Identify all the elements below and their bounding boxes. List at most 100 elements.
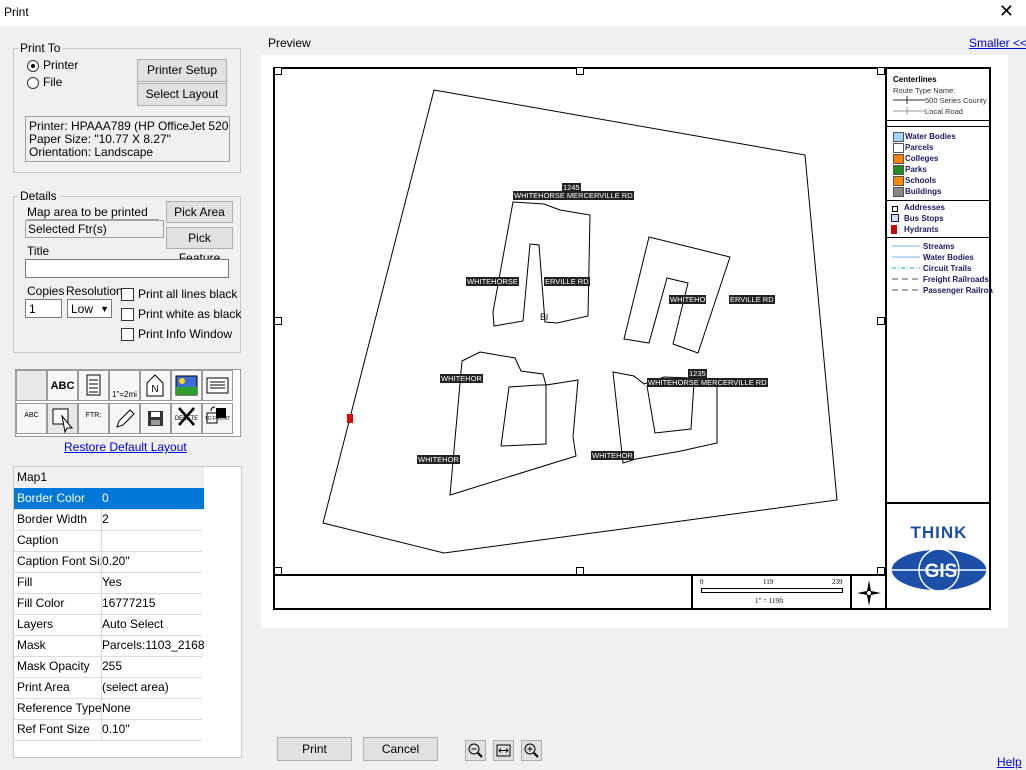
north-arrow-icon: N [146,374,164,397]
text-box-icon [206,377,229,394]
legend-poly-label: Water Bodies [905,132,956,141]
file-radio[interactable] [27,77,39,89]
property-row-mask[interactable]: Mask Parcels:1103_2168_1 [14,635,204,657]
select-tool[interactable] [16,370,47,401]
map-element[interactable] [275,69,886,574]
legend-line-label: Freight Railroads [923,275,989,284]
property-row-ref-font-size[interactable]: Ref Font Size 0.10" [14,719,202,741]
smaller-link[interactable]: Smaller << [969,36,1026,50]
property-value[interactable]: (select area) [99,677,204,698]
select-layout-button[interactable]: Select Layout [137,83,227,106]
to-front-tool[interactable]: TO FRONT [202,403,233,434]
pick-feature-button[interactable]: Pick Feature [166,227,233,265]
feature-callout-tool[interactable]: FTR: [78,403,109,434]
property-row-reference-type[interactable]: Reference Type None [14,698,202,720]
property-row-fill-color[interactable]: Fill Color 16777215 [14,593,202,615]
legend-swatch [893,154,904,164]
property-value[interactable]: 2 [99,509,204,530]
resize-handle[interactable] [877,67,885,75]
print-white-black-checkbox[interactable] [121,308,134,321]
property-value[interactable]: Auto Select [99,614,204,635]
scalebar-tool[interactable]: 1"=2mi [109,370,140,401]
orientation-line: Orientation: Landscape [29,145,154,159]
legend-line-label: Circuit Trails [923,264,972,273]
fit-width-button[interactable] [493,740,514,761]
zoom-in-icon [524,743,539,758]
info-window-tool[interactable] [202,370,233,401]
save-tool[interactable] [140,403,171,434]
print-button[interactable]: Print [277,737,352,761]
selected-parcel [322,89,838,554]
legend-tool[interactable] [78,370,109,401]
property-value[interactable]: 0.10" [99,719,204,740]
road-label: WHITEHORSE MERCERVILLE RD [513,191,634,200]
map-area-value: Selected Ftr(s) [25,220,164,238]
property-value[interactable]: 16777215 [99,593,204,614]
restore-default-layout-link[interactable]: Restore Default Layout [64,440,187,454]
pick-area-button[interactable]: Pick Area [166,201,233,223]
select-region-tool[interactable] [47,403,78,434]
zoom-out-button[interactable] [465,740,486,761]
resolution-select[interactable]: Low ▼ [67,299,112,318]
property-row-border-width[interactable]: Border Width 2 [14,509,202,531]
address-point-icon [892,206,898,212]
property-value[interactable] [99,530,204,551]
print-info-window-checkbox[interactable] [121,328,134,341]
title-input[interactable] [25,259,229,278]
line-symbols-icon [892,245,920,291]
route-lines-icon [893,96,925,115]
map-area-label: Map area to be printed [27,205,159,220]
printer-setup-button[interactable]: Printer Setup [137,59,227,82]
property-name: Fill [14,572,102,593]
preview-label: Preview [268,36,311,50]
legend-route-type: Route Type Name: [893,86,956,95]
text-tool[interactable]: ABC [47,370,78,401]
resize-handle[interactable] [576,67,584,75]
legend-poly-label: Parcels [905,143,934,152]
north-arrow-tool[interactable]: N [140,370,171,401]
zoom-in-button[interactable] [521,740,542,761]
divider [886,502,990,504]
property-value[interactable]: 0 [99,488,204,509]
property-row-border-color[interactable]: Border Color 0 [14,488,204,510]
property-value[interactable]: Parcels:1103_2168_1 [99,635,204,656]
printer-radio-label: Printer [43,58,79,72]
resize-handle[interactable] [274,67,282,75]
edit-tool[interactable] [109,403,140,434]
courtyard [500,384,547,447]
scale-tick-label: 239 [832,578,843,586]
property-row-layers[interactable]: Layers Auto Select [14,614,202,636]
property-row-print-area[interactable]: Print Area (select area) [14,677,202,699]
printer-radio[interactable] [27,60,39,72]
property-row-caption[interactable]: Caption [14,530,202,552]
resize-handle[interactable] [274,317,282,325]
legend-point-label: Bus Stops [904,214,944,223]
road-label: WHITEHOR [417,455,460,464]
print-all-black-checkbox[interactable] [121,288,134,301]
scale-tick-label: 0 [700,578,704,586]
resize-handle[interactable] [877,317,885,325]
legend-line-label: Streams [923,242,955,251]
property-value[interactable]: Yes [99,572,204,593]
image-tool[interactable] [171,370,202,401]
property-value[interactable]: 255 [99,656,204,677]
divider [886,126,990,127]
property-row-mask-opacity[interactable]: Mask Opacity 255 [14,656,202,678]
callout-tool[interactable]: ABC [16,403,47,434]
property-row-fill[interactable]: Fill Yes [14,572,202,594]
legend-point-label: Hydrants [904,225,939,234]
help-link[interactable]: Help [997,755,1022,769]
property-row-caption-font-size[interactable]: Caption Font Size 0.20" [14,551,202,573]
cancel-button[interactable]: Cancel [363,737,438,761]
property-name: Print Area [14,677,102,698]
delete-tool[interactable]: DELETE [171,403,202,434]
chevron-down-icon: ▼ [100,304,109,314]
property-name: Border Width [14,509,102,530]
copies-input[interactable]: 1 [25,299,62,318]
property-value[interactable]: None [99,698,204,719]
legend-swatch [893,132,904,142]
resolution-value: Low [71,302,94,316]
property-value[interactable]: 0.20" [99,551,204,572]
pencil-icon [116,409,135,428]
close-icon[interactable]: ✕ [999,2,1014,20]
